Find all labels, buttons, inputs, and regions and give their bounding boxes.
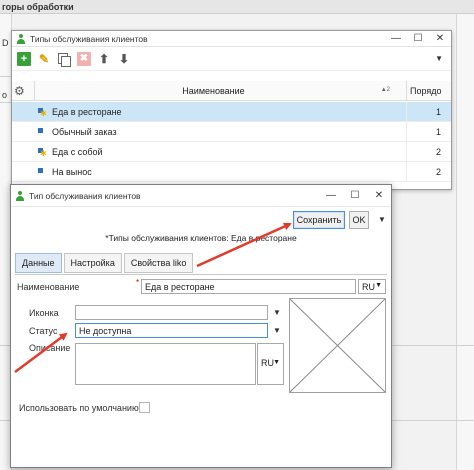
image-placeholder[interactable] <box>289 298 386 393</box>
gear-icon[interactable]: ⚙ <box>14 84 25 98</box>
tab-divider <box>15 274 387 275</box>
column-header-order[interactable]: Порядо <box>406 81 451 101</box>
row-order: 1 <box>406 102 451 122</box>
dialog-titlebar[interactable]: Тип обслуживания клиентов — ☐ ✕ <box>11 185 391 207</box>
minimize-button[interactable]: — <box>319 185 343 207</box>
row-name: Еда в ресторане <box>52 107 122 117</box>
icon-field[interactable] <box>75 305 268 320</box>
food-star-icon <box>38 148 47 158</box>
description-lang-value: RU <box>261 358 274 368</box>
chevron-down-icon: ▼ <box>375 282 382 289</box>
list-window: Типы обслуживания клиентов — ☐ ✕ + ✎ ✖ ⬆… <box>11 30 452 190</box>
list-toolbar: + ✎ ✖ ⬆ ⬇ ▼ <box>12 47 451 71</box>
required-mark: * <box>136 278 140 287</box>
close-button[interactable]: ✕ <box>367 185 391 207</box>
table-row[interactable]: Еда в ресторане 1 <box>12 102 451 122</box>
grid-header: ⚙ Наименование ▲2 Порядо <box>12 81 451 101</box>
description-field[interactable] <box>75 343 256 385</box>
default-label: Использовать по умолчанию <box>19 403 139 413</box>
dialog-tabs: Данные Настройка Свойства liko <box>15 253 194 273</box>
status-label: Статус <box>29 326 58 336</box>
status-dropdown-chevron-icon[interactable]: ▼ <box>273 326 281 335</box>
tab-data[interactable]: Данные <box>15 253 62 273</box>
more-chevron-icon[interactable]: ▼ <box>378 215 386 224</box>
app-person-icon <box>15 190 25 201</box>
status-field[interactable]: Не доступна <box>75 323 268 338</box>
description-lang-select[interactable]: RU ▼ <box>257 343 284 385</box>
chevron-down-icon: ▼ <box>273 359 280 366</box>
name-lang-select[interactable]: RU ▼ <box>358 279 386 294</box>
maximize-button[interactable]: ☐ <box>343 185 367 207</box>
bg-glyph-d: D <box>2 38 9 48</box>
default-checkbox[interactable] <box>139 402 150 413</box>
description-label: Описание <box>29 343 71 353</box>
row-order: 2 <box>406 162 451 182</box>
move-down-icon[interactable]: ⬇ <box>117 52 131 66</box>
tab-settings[interactable]: Настройка <box>63 253 122 273</box>
copy-icon[interactable] <box>57 52 71 67</box>
breadcrumb: *Типы обслуживания клиентов: Еда в ресто… <box>105 233 297 243</box>
name-lang-value: RU <box>362 282 375 292</box>
column-header-name[interactable]: Наименование ▲2 <box>34 81 392 101</box>
delete-icon[interactable]: ✖ <box>77 51 91 66</box>
sort-indicator-icon: ▲2 <box>380 87 390 93</box>
food-star-icon <box>38 108 47 118</box>
column-header-name-label: Наименование <box>182 86 245 96</box>
icon-dropdown-chevron-icon[interactable]: ▼ <box>273 308 281 317</box>
edit-pencil-icon[interactable]: ✎ <box>37 52 51 66</box>
bg-right-strip <box>456 14 474 470</box>
save-button[interactable]: Сохранить <box>293 211 345 229</box>
row-order: 1 <box>406 122 451 142</box>
app-person-icon <box>16 33 26 44</box>
name-label: Наименование <box>17 282 80 292</box>
row-name: Еда с собой <box>52 147 103 157</box>
row-order: 2 <box>406 142 451 162</box>
icon-label: Иконка <box>29 308 59 318</box>
square-icon <box>38 128 43 133</box>
maximize-button[interactable]: ☐ <box>407 31 429 47</box>
list-window-title: Типы обслуживания клиентов <box>30 33 148 44</box>
bg-app-title: горы обработки <box>0 0 474 14</box>
name-field[interactable]: Еда в ресторане <box>141 279 356 294</box>
minimize-button[interactable]: — <box>385 31 407 47</box>
close-button[interactable]: ✕ <box>429 31 451 47</box>
table-row[interactable]: Еда с собой 2 <box>12 142 451 162</box>
image-placeholder-cross-icon <box>289 298 386 393</box>
bg-glyph-o: o <box>2 90 8 100</box>
square-icon <box>38 168 43 173</box>
add-icon[interactable]: + <box>17 51 31 66</box>
list-window-titlebar[interactable]: Типы обслуживания клиентов — ☐ ✕ <box>12 31 451 47</box>
row-name: На вынос <box>52 167 92 177</box>
table-row[interactable]: Обычный заказ 1 <box>12 122 451 142</box>
ok-button[interactable]: OK <box>349 211 369 229</box>
dialog-title: Тип обслуживания клиентов <box>29 190 141 201</box>
edit-dialog: Тип обслуживания клиентов — ☐ ✕ Сохранит… <box>10 184 392 468</box>
move-up-icon[interactable]: ⬆ <box>97 52 111 66</box>
tab-properties[interactable]: Свойства liko <box>123 253 194 273</box>
dialog-actions: Сохранить OK ▼ <box>11 207 391 235</box>
row-name: Обычный заказ <box>52 127 117 137</box>
toolbar-more-chevron-icon[interactable]: ▼ <box>435 54 443 63</box>
table-row[interactable]: На вынос 2 <box>12 162 451 182</box>
